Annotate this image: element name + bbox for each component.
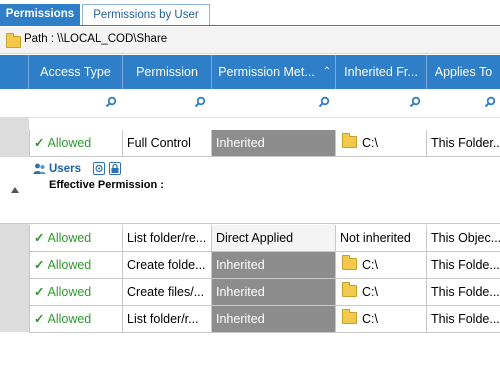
access-type-value: Allowed [47,136,92,150]
inherited-from-cell: C:\ [336,130,427,157]
check-icon: ✓ [34,285,45,299]
column-header-permission[interactable]: Permission [123,55,212,89]
inherited-from-cell: C:\ [336,306,427,333]
search-icon[interactable] [484,96,496,108]
inherited-from-cell: Not inherited [336,225,427,252]
permission-cell: List folder/r... [123,306,212,333]
filter-inherited-from[interactable] [336,89,427,117]
table-row[interactable]: ✓ Allowed List folder/re... Direct Applie… [29,225,500,252]
check-icon: ✓ [34,136,45,150]
access-type-cell: ✓ Allowed [29,252,123,279]
tab-bar: Permissions Permissions by User [0,0,500,26]
filter-permission-method[interactable] [212,89,336,117]
folder-icon [342,309,357,324]
inherited-from-value: C:\ [362,285,378,299]
inherited-from-value: C:\ [362,136,378,150]
folder-icon [6,33,21,48]
collapse-arrow-icon[interactable] [11,187,19,193]
check-icon: ✓ [34,231,45,245]
inherited-from-value: C:\ [362,312,378,326]
group-name: Users [49,163,81,175]
tab-permissions[interactable]: Permissions [0,4,80,25]
applies-to-cell: This Folde... [427,306,500,333]
column-header-access-type[interactable]: Access Type [29,55,123,89]
check-icon: ✓ [34,312,45,326]
access-type-cell: ✓ Allowed [29,225,123,252]
column-header-permission-method[interactable]: Permission Met... ⌃ [212,55,336,89]
access-type-value: Allowed [47,312,92,326]
table-row[interactable]: ✓ Allowed Create folde... Inherited C:\ T… [29,252,500,279]
permission-method-cell: Inherited [212,252,336,279]
folder-icon [342,255,357,270]
effective-permission-label: Effective Permission : [49,179,164,191]
access-type-cell: ✓ Allowed [29,306,123,333]
applies-to-cell: This Folde... [427,279,500,306]
tab-divider [0,25,500,26]
row-indicator-strip [0,223,29,332]
permission-cell: Create files/... [123,279,212,306]
inherited-from-value: C:\ [362,258,378,272]
filter-applies-to[interactable] [427,89,500,117]
permission-cell: List folder/re... [123,225,212,252]
path-bar: Path : \\LOCAL_COD\Share [0,27,500,54]
access-type-cell: ✓ Allowed [29,279,123,306]
permission-cell: Full Control [123,130,212,157]
inherited-from-cell: C:\ [336,279,427,306]
lock-icon[interactable] [109,162,121,175]
search-icon[interactable] [318,96,330,108]
path-label: Path : \\LOCAL_COD\Share [24,33,168,45]
folder-icon [342,133,357,148]
column-header-permission-method-label: Permission Met... [218,65,315,79]
tab-permissions-by-user[interactable]: Permissions by User [82,4,210,25]
access-type-cell: ✓ Allowed [29,130,123,157]
search-icon[interactable] [194,96,206,108]
search-icon[interactable] [105,96,117,108]
permission-method-cell: Inherited [212,130,336,157]
column-header-applies-to[interactable]: Applies To [427,55,500,89]
header-spacer [0,55,29,89]
filter-row [0,89,500,118]
filter-access-type[interactable] [29,89,123,117]
folder-icon [342,282,357,297]
permission-method-cell: Inherited [212,279,336,306]
inherited-from-cell: C:\ [336,252,427,279]
sort-ascending-icon: ⌃ [322,66,331,77]
table-row[interactable]: ✓ Allowed Full Control Inherited C:\ This… [29,130,500,157]
applies-to-cell: This Folder... [427,130,500,157]
filter-permission[interactable] [123,89,212,117]
access-type-value: Allowed [47,258,92,272]
table-row[interactable]: ✓ Allowed Create files/... Inherited C:\ … [29,279,500,306]
row-indicator-strip [0,117,29,157]
user-group-icon [33,163,46,174]
permission-cell: Create folde... [123,252,212,279]
check-icon: ✓ [34,258,45,272]
table-row[interactable]: ✓ Allowed List folder/r... Inherited C:\ … [29,306,500,333]
permission-method-cell: Direct Applied [212,225,336,252]
applies-to-cell: This Folde... [427,252,500,279]
access-type-value: Allowed [47,285,92,299]
permission-method-cell: Inherited [212,306,336,333]
grid-header: Access Type Permission Permission Met...… [0,55,500,89]
access-type-value: Allowed [47,231,92,245]
group-users: Users Effective Permission : [0,157,500,224]
search-icon[interactable] [409,96,421,108]
view-details-icon[interactable] [93,162,105,175]
applies-to-cell: This Objec... [427,225,500,252]
column-header-inherited-from[interactable]: Inherited Fr... [336,55,427,89]
